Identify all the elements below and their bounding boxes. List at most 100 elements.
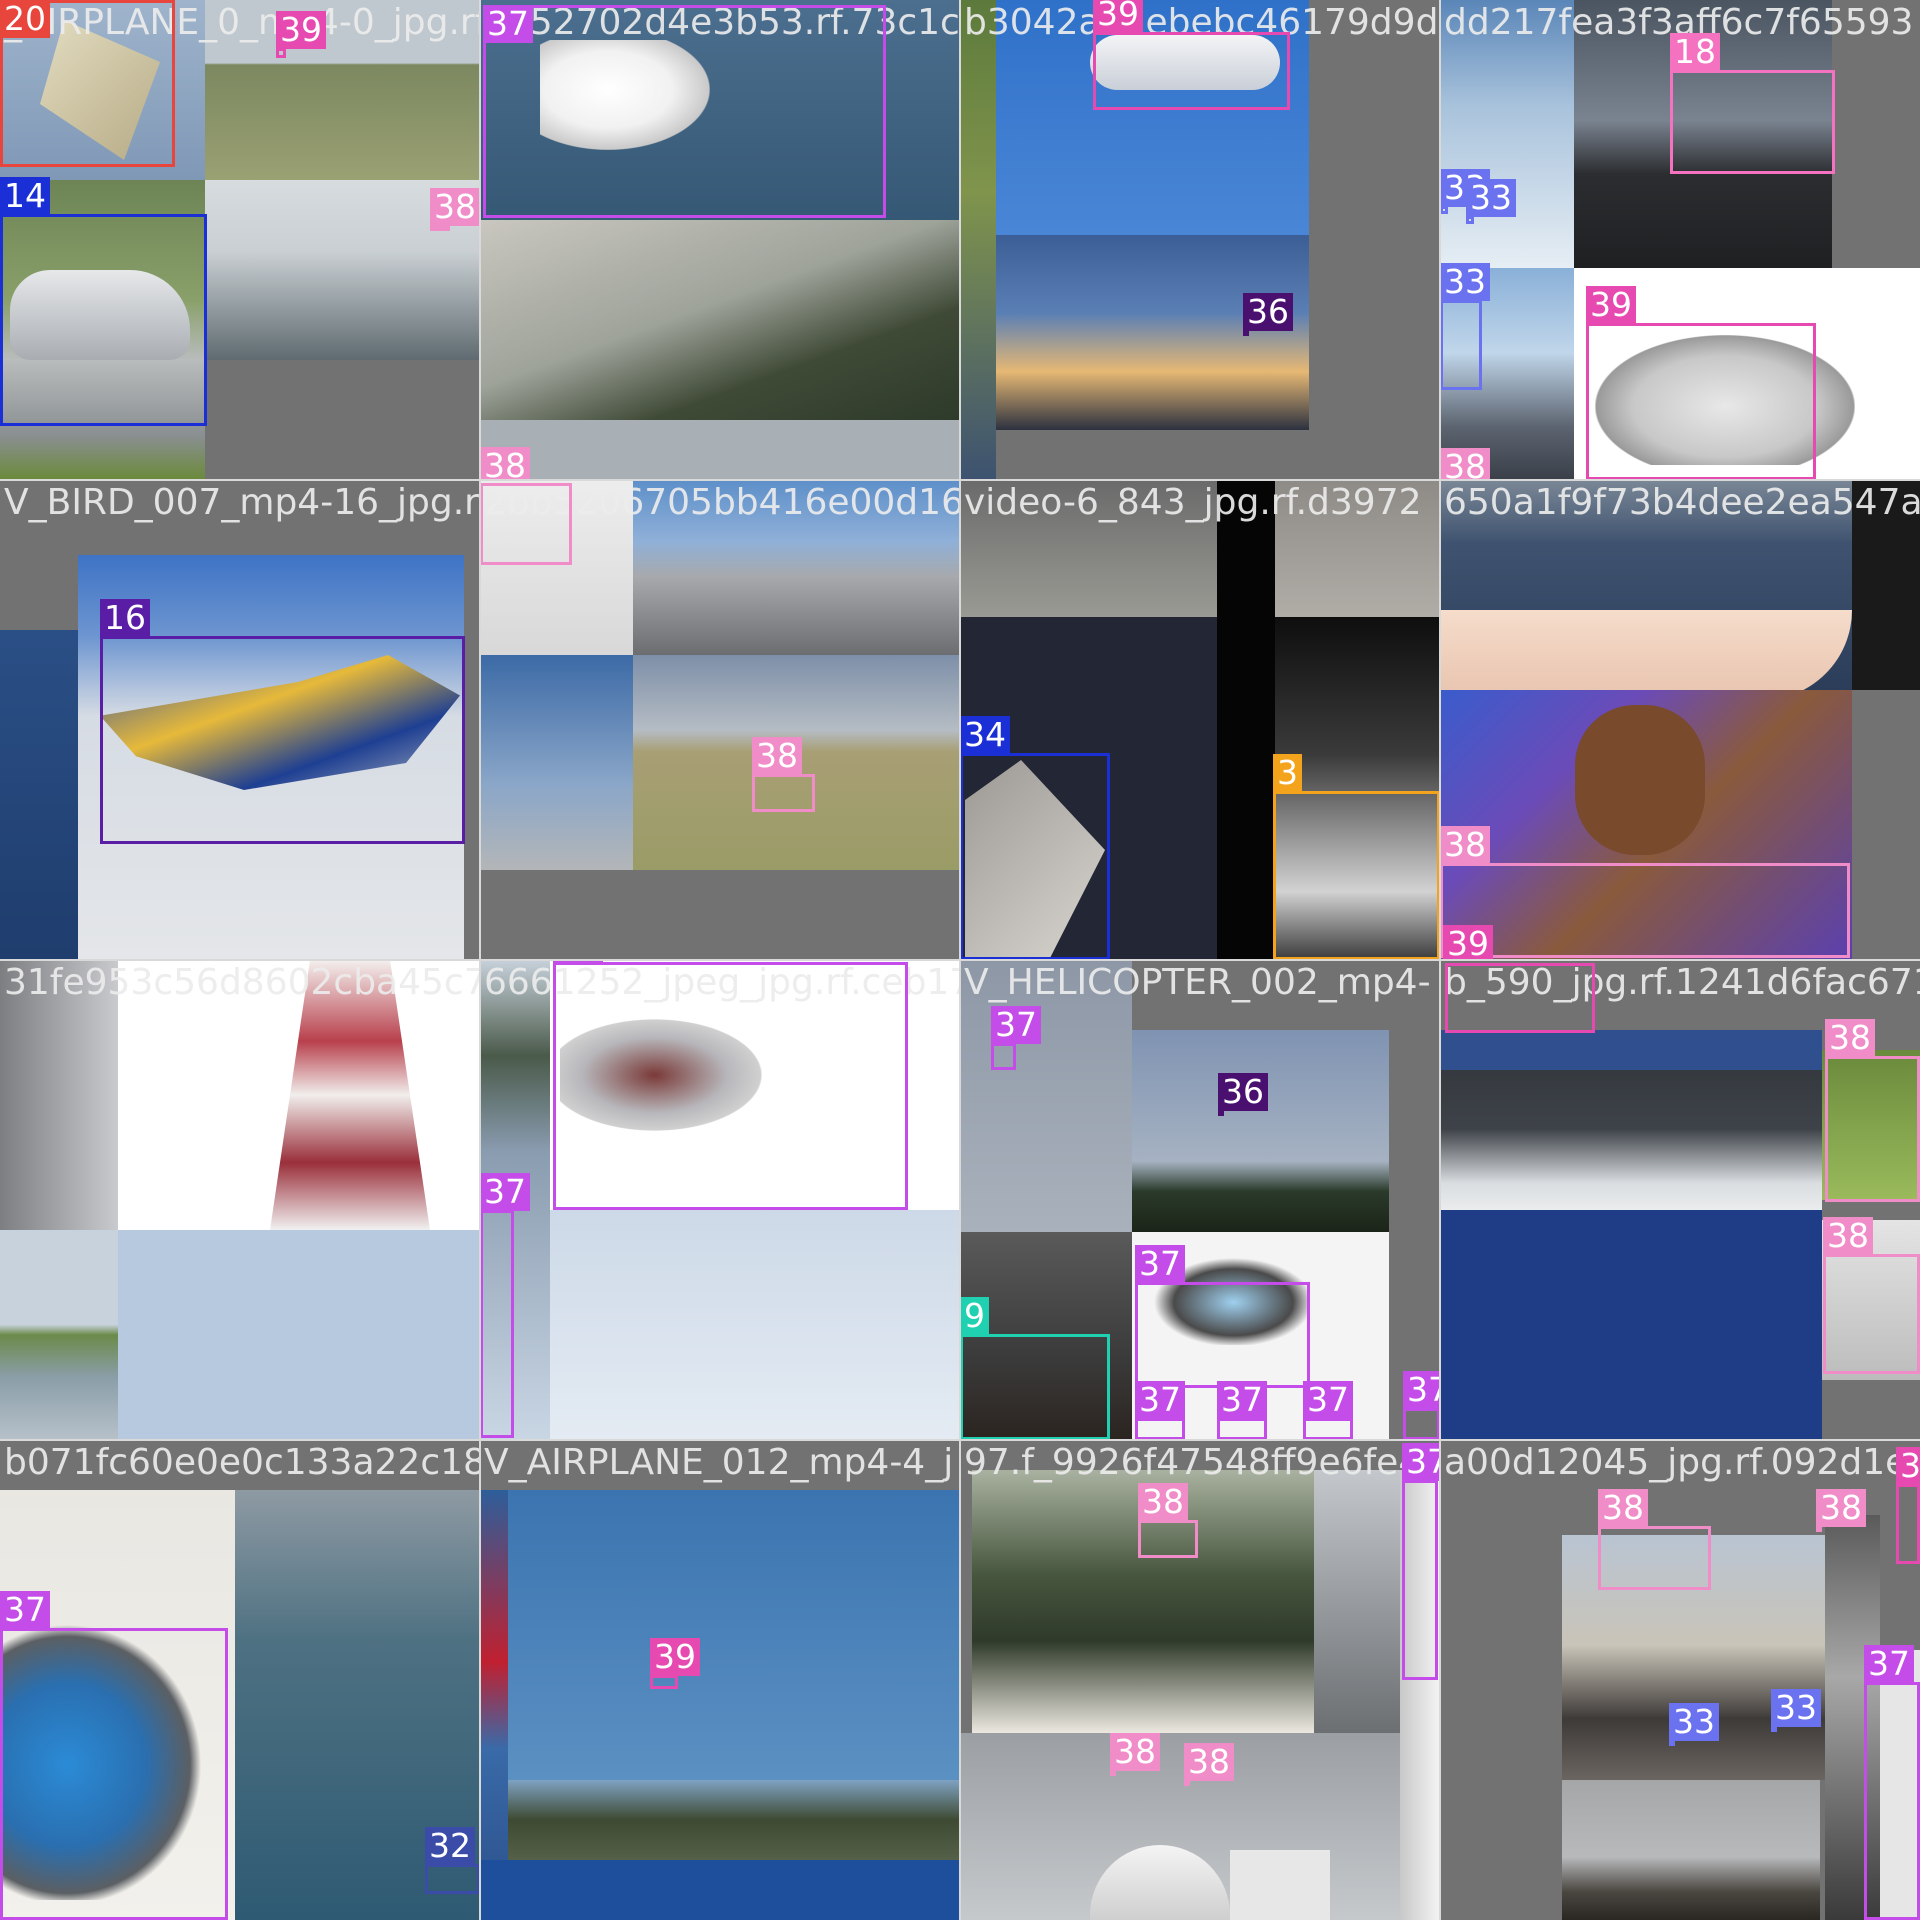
image-patch-grey xyxy=(205,360,480,480)
detection-box: 37 xyxy=(991,1006,1041,1070)
image-patch-grey xyxy=(1309,0,1440,480)
detection-box: 38 xyxy=(1823,1217,1920,1374)
class-label: 38 xyxy=(1440,448,1490,480)
tile-caption: b071fc60e0e0c133a22c18379 xyxy=(4,1442,480,1483)
class-label: 3 xyxy=(1273,754,1302,792)
class-label: 33 xyxy=(1669,1703,1719,1741)
detection-box: 39 xyxy=(1093,0,1290,110)
detection-box: 20 xyxy=(0,0,175,167)
grid-divider xyxy=(0,1439,1920,1441)
class-label: 37 xyxy=(480,1173,530,1211)
class-label: 39 xyxy=(650,1638,700,1676)
detection-box: 37 xyxy=(1135,1245,1310,1388)
image-patch-sky xyxy=(508,1490,960,1780)
detection-box: 38 xyxy=(1825,1019,1920,1202)
detection-box: 33 xyxy=(1440,169,1490,214)
detection-box: 37 xyxy=(1402,1443,1440,1680)
image-patch-blue xyxy=(0,630,78,960)
mosaic-tile: 97.f_9926f47548ff9e6fe400 38 38 38 37 xyxy=(960,1440,1440,1920)
image-patch-blue xyxy=(480,1860,960,1920)
detection-box xyxy=(1445,963,1595,1033)
class-label: 38 xyxy=(1110,1733,1160,1771)
detection-box: 38 xyxy=(1816,1489,1866,1532)
class-label: 38 xyxy=(430,188,480,226)
tile-caption: 97.f_9926f47548ff9e6fe400 xyxy=(964,1442,1440,1483)
mosaic-tile: b_590_jpg.rf.1241d6fac671 38 38 xyxy=(1440,960,1920,1440)
class-label: 38 xyxy=(1825,1019,1875,1057)
image-patch-horizon xyxy=(508,1780,960,1860)
class-label: 37 xyxy=(1135,1245,1185,1283)
class-label: 37 xyxy=(991,1006,1041,1044)
detection-box: 3 xyxy=(1896,1447,1920,1564)
class-label: 38 xyxy=(1138,1483,1188,1521)
image-patch-navy xyxy=(1440,1210,1822,1440)
tile-caption: 650a1f9f73b4dee2ea547a3 xyxy=(1444,482,1920,523)
image-patch-town xyxy=(480,220,960,420)
detection-box: 9 xyxy=(960,1297,1110,1440)
image-patch-grey xyxy=(480,870,960,960)
class-label: 14 xyxy=(0,177,50,215)
detection-box: 18 xyxy=(1670,33,1835,174)
image-patch-grey xyxy=(1852,690,1920,960)
mosaic-tile: V_BIRD_007_mp4-16_jpg.rf 16 xyxy=(0,480,480,960)
detection-box: 37 xyxy=(1864,1645,1920,1920)
class-label: 38 xyxy=(1440,826,1490,864)
mosaic-grid: _AIRPLANE_0_mp4-0_jpg.rf 20 39 14 38 005… xyxy=(0,0,1920,1920)
tile-caption: V_BIRD_007_mp4-16_jpg.rf xyxy=(4,482,480,523)
class-label: 36 xyxy=(1243,293,1293,331)
mosaic-tile: video-6_843_jpg.rf.d3972 34 3 xyxy=(960,480,1440,960)
detection-box: 37 xyxy=(1135,1381,1185,1440)
tile-caption: V_AIRPLANE_012_mp4-4_j xyxy=(484,1442,954,1483)
class-label: 16 xyxy=(100,599,150,637)
detection-box: 38 xyxy=(1110,1733,1160,1776)
class-label: 34 xyxy=(960,716,1010,754)
mosaic-tile: 6661252_jpeg_jpg.rf.ceb17 37 37 xyxy=(480,960,960,1440)
grid-divider xyxy=(0,479,1920,481)
detection-box: 38 xyxy=(1184,1743,1234,1786)
tile-caption: a00d12045_jpg.rf.092d1e23 xyxy=(1444,1442,1920,1483)
detection-box: 38 xyxy=(752,737,815,812)
class-label: 39 xyxy=(1443,925,1493,960)
class-label: 33 xyxy=(1440,263,1490,301)
grid-divider xyxy=(0,959,1920,961)
detection-box: 37 xyxy=(483,5,886,218)
detection-box: 3 xyxy=(1273,754,1440,960)
class-label: 33 xyxy=(1771,1689,1821,1727)
class-label: 38 xyxy=(480,447,530,480)
detection-box: 37 xyxy=(1217,1381,1267,1440)
class-label: 37 xyxy=(1402,1443,1440,1481)
mosaic-tile: 0052702d4e3b53.rf.73c1c 37 38 xyxy=(480,0,960,480)
class-label: 18 xyxy=(1670,33,1720,71)
detection-box: 36 xyxy=(1218,1073,1268,1116)
detection-box: 33 xyxy=(1440,263,1490,390)
class-label: 9 xyxy=(960,1297,989,1335)
detection-box: 37 xyxy=(553,960,908,1210)
image-patch-sky xyxy=(550,1210,960,1440)
detection-box: 33 xyxy=(1771,1689,1821,1732)
mosaic-tile: a00d12045_jpg.rf.092d1e23 38 38 33 33 37… xyxy=(1440,1440,1920,1920)
detection-box: 37 xyxy=(480,1173,530,1438)
image-patch-edge xyxy=(480,1490,508,1920)
mosaic-tile: 31fe953c56d8602cba45c72 xyxy=(0,960,480,1440)
class-label: 37 xyxy=(1217,1381,1267,1419)
class-label: 38 xyxy=(1816,1489,1866,1527)
detection-box xyxy=(480,483,572,565)
class-label: 37 xyxy=(1303,1381,1353,1419)
detection-box: 38 xyxy=(430,188,480,231)
mosaic-tile: 650a1f9f73b4dee2ea547a3 38 39 xyxy=(1440,480,1920,960)
detection-box: 38 xyxy=(1138,1483,1198,1558)
image-patch-black xyxy=(1217,480,1275,960)
class-label: 39 xyxy=(1093,0,1143,33)
image-patch-dusk xyxy=(996,235,1309,430)
class-label: 37 xyxy=(1135,1381,1185,1419)
image-patch-sky-road xyxy=(480,655,633,870)
mosaic-tile: b071fc60e0e0c133a22c18379 37 32 xyxy=(0,1440,480,1920)
detection-box: 16 xyxy=(100,599,465,844)
image-patch-boat xyxy=(1440,610,1852,700)
image-patch-inset xyxy=(1230,1850,1330,1920)
class-label: 38 xyxy=(1823,1217,1873,1255)
class-label: 39 xyxy=(1586,286,1636,324)
image-patch-sea xyxy=(1440,1030,1822,1070)
class-label: 39 xyxy=(276,11,326,49)
detection-box: 37 xyxy=(1403,1371,1440,1440)
